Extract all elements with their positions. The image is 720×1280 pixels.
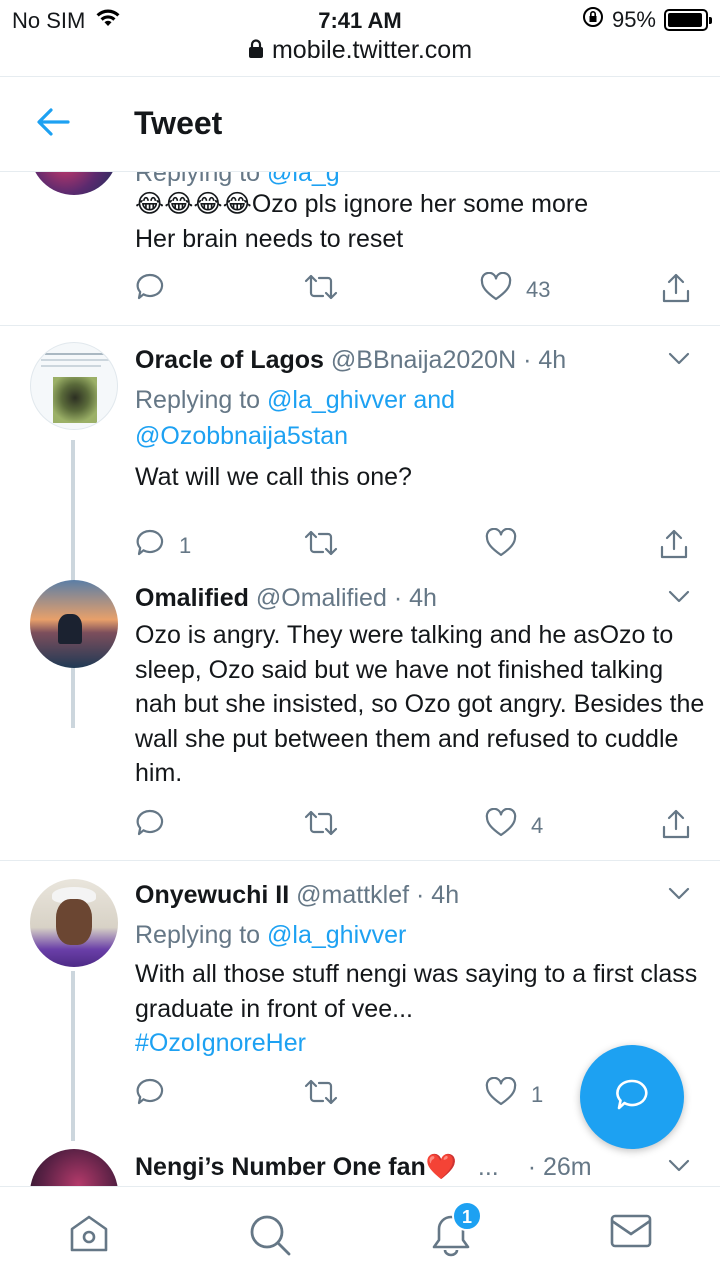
author-name[interactable]: Omalified <box>135 584 249 612</box>
author-handle[interactable]: @BBnaija2020N <box>331 346 516 374</box>
page-title: Tweet <box>134 105 223 141</box>
page-header: Tweet <box>0 76 720 172</box>
tweet-header: Nengi’s Number One fan❤️ ... · 26m <box>135 1153 695 1182</box>
reply-button[interactable]: 1 <box>135 528 191 564</box>
lock-icon <box>248 37 264 66</box>
home-icon[interactable] <box>68 1213 110 1260</box>
like-icon[interactable] <box>485 528 517 558</box>
battery-icon <box>664 9 712 31</box>
author-handle[interactable]: @mattklef <box>296 881 409 909</box>
mention-link[interactable]: @Ozobbnaija5stan <box>135 422 348 450</box>
mention-link[interactable]: @la_ghivver <box>267 921 406 949</box>
tweet-thread[interactable]: Replying to @la_g 😂😂😂😂Ozo pls ignore her… <box>0 172 720 1186</box>
tweet-actions: 4 <box>135 807 695 848</box>
retweet-icon[interactable] <box>303 272 339 302</box>
tweet-text: With all those stuff nengi was saying to… <box>135 960 698 1057</box>
retweet-icon[interactable] <box>303 1077 339 1107</box>
chevron-down-icon[interactable] <box>668 352 690 371</box>
retweet-icon[interactable] <box>303 528 339 558</box>
like-button[interactable]: 4 <box>485 807 544 844</box>
tweet-text: Wat will we call this one? <box>135 463 412 491</box>
reply-icon[interactable] <box>135 272 165 302</box>
tweet-actions: 1 <box>135 528 695 568</box>
like-count: 1 <box>531 1082 544 1107</box>
share-icon[interactable] <box>659 528 689 560</box>
tweet-actions: 43 <box>135 271 695 312</box>
url-bar[interactable]: mobile.twitter.com <box>0 36 720 76</box>
replying-to: Replying to @la_ghivver and @Ozobbnaija5… <box>135 386 456 450</box>
like-count: 43 <box>526 277 551 302</box>
tweet-header: Omalified @Omalified · 4h <box>135 584 690 613</box>
like-icon <box>480 271 512 308</box>
back-arrow-icon[interactable] <box>36 107 70 142</box>
tweet-header: Oracle of Lagos @BBnaija2020N · 4h <box>135 346 690 375</box>
heart-emoji: ❤️ <box>425 1153 457 1181</box>
notifications-tab[interactable]: 1 <box>430 1201 482 1262</box>
like-count: 4 <box>531 813 544 838</box>
like-button[interactable]: 1 <box>485 1076 544 1113</box>
share-icon[interactable] <box>661 272 691 304</box>
like-button[interactable]: 43 <box>480 271 551 308</box>
tweet-time[interactable]: · 4h <box>416 881 459 909</box>
thread-line <box>71 971 75 1141</box>
tweet[interactable]: Nengi’s Number One fan❤️ ... · 26m <box>0 1141 720 1186</box>
compose-button[interactable] <box>580 1045 684 1149</box>
battery-percent: 95% <box>611 7 656 32</box>
reply-count: 1 <box>179 533 192 558</box>
chevron-down-icon[interactable] <box>668 887 690 906</box>
like-icon <box>485 807 517 844</box>
chevron-down-icon[interactable] <box>668 1159 690 1178</box>
reply-icon <box>135 528 165 564</box>
author-handle[interactable]: ... <box>478 1153 499 1181</box>
tweet[interactable]: Replying to @la_g 😂😂😂😂Ozo pls ignore her… <box>0 172 720 325</box>
author-handle[interactable]: @Omalified <box>256 584 387 612</box>
bottom-nav: 1 <box>0 1186 720 1280</box>
author-name[interactable]: Onyewuchi II <box>135 881 289 909</box>
retweet-icon[interactable] <box>303 808 339 838</box>
reply-context-clipped: Replying to @la_g <box>135 172 340 187</box>
tweet-time[interactable]: · 4h <box>394 584 437 612</box>
emoji: 😂😂😂😂 <box>135 190 252 218</box>
status-bar: No SIM 7:41 AM 95% <box>0 0 720 40</box>
tweet-text: Ozo is angry. They were talking and he a… <box>135 621 705 787</box>
avatar[interactable] <box>30 580 118 668</box>
orientation-lock-icon <box>582 6 604 34</box>
share-icon[interactable] <box>661 808 691 840</box>
url-text: mobile.twitter.com <box>271 36 473 64</box>
mail-icon[interactable] <box>610 1213 652 1254</box>
tweet-header: Onyewuchi II @mattklef · 4h <box>135 881 690 910</box>
bell-icon <box>430 1215 472 1261</box>
avatar[interactable] <box>30 1149 118 1186</box>
hashtag-link[interactable]: #OzoIgnoreHer <box>135 1029 306 1057</box>
reply-icon[interactable] <box>135 1077 165 1107</box>
tweet[interactable]: Omalified @Omalified · 4h Ozo is angry. … <box>0 572 720 860</box>
replying-to: Replying to @la_ghivver <box>135 921 407 949</box>
tweet-text: 😂😂😂😂Ozo pls ignore her some more Her bra… <box>135 190 589 253</box>
like-icon <box>485 1076 517 1113</box>
avatar[interactable] <box>30 172 118 195</box>
author-name[interactable]: Nengi’s Number One fan <box>135 1153 426 1181</box>
search-icon[interactable] <box>248 1213 292 1262</box>
avatar[interactable] <box>30 342 118 430</box>
mention-link[interactable]: @la_ghivver <box>267 386 406 414</box>
compose-icon <box>612 1075 652 1120</box>
reply-icon[interactable] <box>135 808 165 838</box>
chevron-down-icon[interactable] <box>668 590 690 609</box>
tweet-time[interactable]: · 4h <box>523 346 566 374</box>
notification-badge: 1 <box>452 1201 482 1231</box>
author-name[interactable]: Oracle of Lagos <box>135 346 324 374</box>
avatar[interactable] <box>30 879 118 967</box>
tweet-time[interactable]: · 26m <box>528 1153 592 1181</box>
